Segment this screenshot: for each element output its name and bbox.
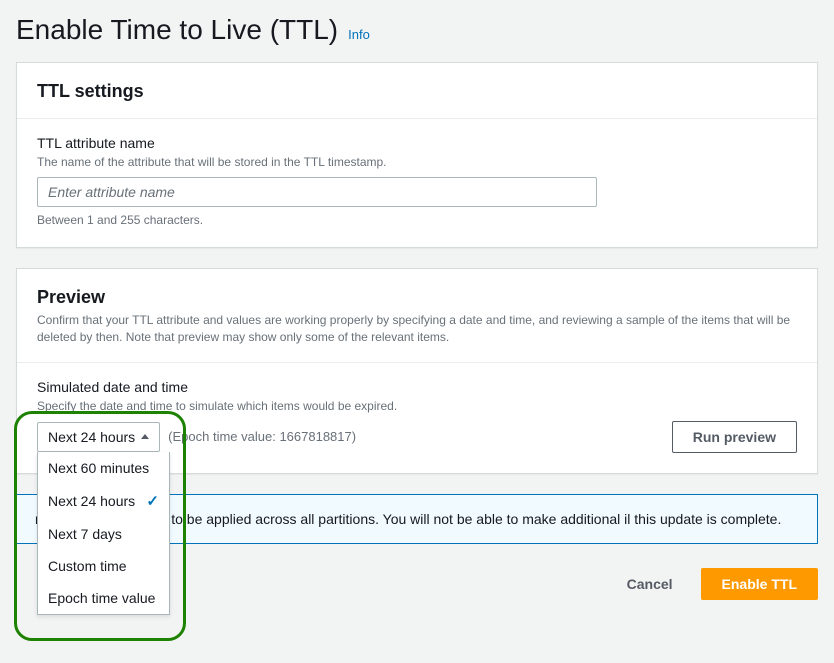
caret-up-icon: [141, 434, 149, 439]
cancel-button[interactable]: Cancel: [607, 569, 693, 599]
ttl-attribute-label: TTL attribute name: [37, 135, 797, 151]
page-title: Enable Time to Live (TTL): [16, 14, 338, 46]
preview-panel: Preview Confirm that your TTL attribute …: [16, 268, 818, 474]
sim-date-dropdown-menu: Next 60 minutes Next 24 hours ✓ Next 7 days…: [37, 452, 170, 615]
dropdown-item[interactable]: Custom time: [38, 550, 169, 582]
dropdown-item-label: Next 24 hours: [48, 493, 135, 509]
dropdown-item[interactable]: Next 60 minutes: [38, 452, 169, 484]
page-header: Enable Time to Live (TTL) Info: [16, 0, 818, 62]
preview-body: Simulated date and time Specify the date…: [17, 363, 817, 473]
ttl-settings-body: TTL attribute name The name of the attri…: [17, 119, 817, 247]
preview-header: Preview Confirm that your TTL attribute …: [17, 269, 817, 363]
ttl-settings-panel: TTL settings TTL attribute name The name…: [16, 62, 818, 248]
info-link[interactable]: Info: [348, 27, 370, 42]
ttl-attribute-input[interactable]: [37, 177, 597, 207]
ttl-attribute-desc: The name of the attribute that will be s…: [37, 155, 797, 169]
preview-title: Preview: [37, 287, 797, 308]
ttl-attribute-constraint: Between 1 and 255 characters.: [37, 213, 797, 227]
dropdown-item-label: Custom time: [48, 558, 127, 574]
enable-ttl-button[interactable]: Enable TTL: [701, 568, 818, 600]
preview-controls-row: Next 24 hours Next 60 minutesNext 24 hou…: [37, 421, 797, 453]
ttl-settings-header: TTL settings: [17, 63, 817, 119]
dropdown-item[interactable]: Next 7 days: [38, 518, 169, 550]
epoch-note: (Epoch time value: 1667818817): [168, 429, 356, 444]
dropdown-item[interactable]: Epoch time value: [38, 582, 169, 614]
sim-date-label: Simulated date and time: [37, 379, 797, 395]
ttl-settings-title: TTL settings: [37, 81, 797, 102]
sim-date-desc: Specify the date and time to simulate wh…: [37, 399, 797, 413]
run-preview-button[interactable]: Run preview: [672, 421, 797, 453]
sim-date-selected: Next 24 hours: [48, 429, 135, 445]
dropdown-item-label: Epoch time value: [48, 590, 155, 606]
dropdown-item[interactable]: Next 24 hours ✓: [38, 484, 169, 518]
sim-date-dropdown: Next 24 hours Next 60 minutesNext 24 hou…: [37, 422, 160, 452]
preview-desc: Confirm that your TTL attribute and valu…: [37, 312, 797, 346]
sim-date-dropdown-button[interactable]: Next 24 hours: [37, 422, 160, 452]
dropdown-item-label: Next 60 minutes: [48, 460, 149, 476]
dropdown-item-label: Next 7 days: [48, 526, 122, 542]
check-icon: ✓: [146, 492, 159, 510]
